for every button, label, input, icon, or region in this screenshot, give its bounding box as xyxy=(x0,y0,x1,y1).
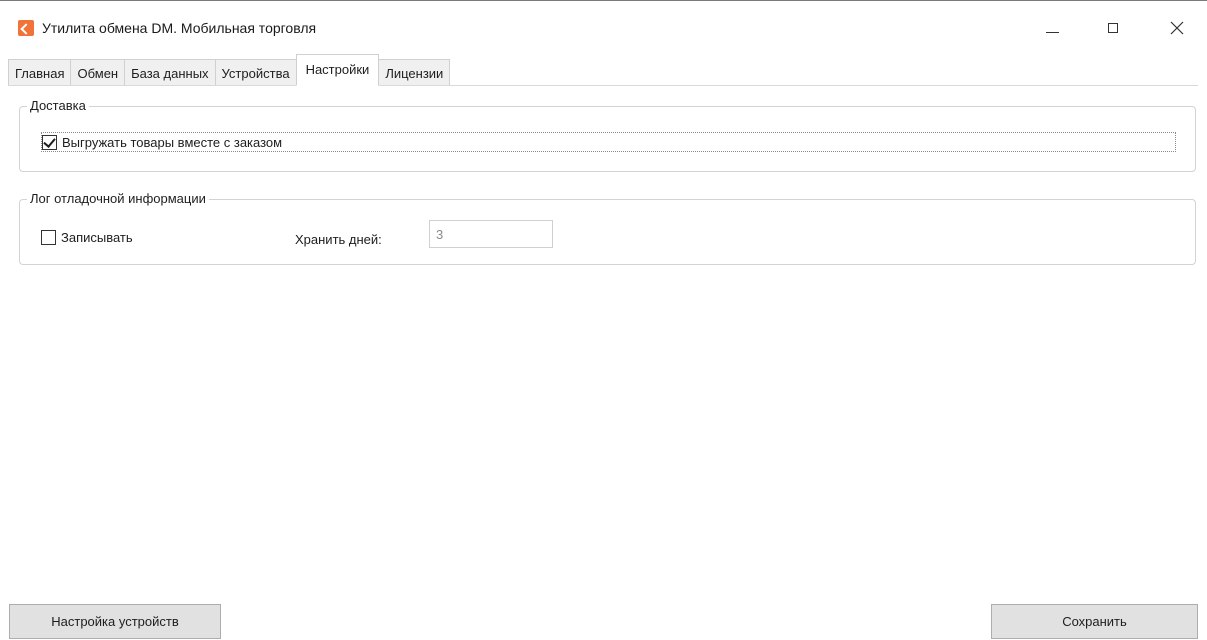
delivery-group-title: Доставка xyxy=(27,97,89,114)
tab-strip: Главная Обмен База данных Устройства Нас… xyxy=(8,54,451,86)
tab-settings[interactable]: Настройки xyxy=(295,54,380,86)
maximize-button[interactable] xyxy=(1098,15,1128,41)
tab-devices[interactable]: Устройства xyxy=(214,59,297,86)
export-goods-checkbox[interactable] xyxy=(42,134,57,150)
maximize-icon xyxy=(1108,23,1118,33)
minimize-icon xyxy=(1045,31,1059,33)
app-logo-icon xyxy=(18,20,34,36)
save-button[interactable]: Сохранить xyxy=(991,604,1198,639)
record-log-label: Записывать xyxy=(61,230,133,245)
debug-log-group-title: Лог отладочной информации xyxy=(27,190,209,207)
tab-licenses[interactable]: Лицензии xyxy=(378,59,451,86)
tab-main[interactable]: Главная xyxy=(8,59,72,86)
export-goods-label: Выгружать товары вместе с заказом xyxy=(62,134,283,150)
title-bar[interactable]: Утилита обмена DM. Мобильная торговля xyxy=(0,1,1207,41)
close-button[interactable] xyxy=(1162,15,1192,41)
export-goods-checkbox-row[interactable]: Выгружать товары вместе с заказом xyxy=(41,132,1176,152)
window-title: Утилита обмена DM. Мобильная торговля xyxy=(42,20,317,36)
tab-exchange[interactable]: Обмен xyxy=(70,59,126,86)
debug-log-group: Лог отладочной информации Записывать Хра… xyxy=(19,190,1196,265)
app-window: Утилита обмена DM. Мобильная торговля Гл… xyxy=(0,0,1207,640)
close-icon xyxy=(1170,21,1184,35)
delivery-group: Доставка Выгружать товары вместе с заказ… xyxy=(19,97,1196,172)
tab-divider xyxy=(8,85,1198,86)
tab-database[interactable]: База данных xyxy=(124,59,216,86)
keep-days-input[interactable] xyxy=(429,220,553,248)
record-log-checkbox[interactable] xyxy=(41,230,56,245)
minimize-button[interactable] xyxy=(1037,15,1067,41)
keep-days-label: Хранить дней: xyxy=(295,232,382,247)
device-settings-button[interactable]: Настройка устройств xyxy=(9,604,221,639)
record-log-checkbox-row[interactable]: Записывать xyxy=(41,229,133,246)
